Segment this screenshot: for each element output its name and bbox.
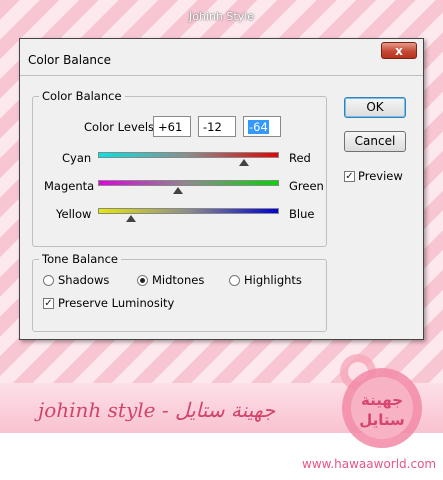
cyan-red-slider-thumb[interactable] — [238, 159, 249, 166]
preview-label: Preview — [358, 169, 403, 183]
top-caption: Johinh Style — [188, 10, 255, 23]
svg-text:ستايل: ستايل — [359, 411, 405, 429]
midtones-radio[interactable] — [137, 275, 148, 286]
ok-button[interactable]: OK — [344, 97, 406, 118]
midtones-label: Midtones — [152, 273, 205, 287]
tone-balance-legend: Tone Balance — [42, 252, 118, 266]
level-cyan-red-input[interactable]: +61 — [153, 116, 191, 137]
dialog-title: Color Balance — [28, 53, 112, 67]
close-button[interactable]: x — [381, 42, 417, 59]
highlights-radio[interactable] — [229, 275, 240, 286]
magenta-green-slider[interactable] — [98, 180, 279, 186]
site-logo: جهينة ستايل — [340, 354, 422, 448]
level-yellow-blue-input[interactable]: -64 — [243, 116, 281, 137]
color-balance-legend: Color Balance — [42, 89, 122, 103]
cyan-red-slider[interactable] — [98, 152, 279, 158]
yellow-blue-slider[interactable] — [98, 208, 279, 214]
level-magenta-green-input[interactable]: -12 — [198, 116, 236, 137]
color-balance-group: Color Balance — [32, 89, 327, 247]
slider-magenta-label: Magenta — [44, 179, 95, 193]
title-bar[interactable]: Color Balance x — [20, 39, 423, 76]
yellow-blue-slider-thumb[interactable] — [125, 215, 136, 222]
color-levels-label: Color Levels: — [84, 120, 158, 134]
preserve-luminosity-checkbox[interactable]: ✓ — [43, 298, 54, 309]
preserve-luminosity-label: Preserve Luminosity — [58, 296, 175, 310]
slider-red-label: Red — [289, 151, 311, 165]
slider-yellow-label: Yellow — [56, 207, 92, 221]
magenta-green-slider-thumb[interactable] — [172, 187, 183, 194]
shadows-label: Shadows — [58, 273, 110, 287]
banner-text: johinh style - جهينة ستايل — [38, 398, 276, 422]
tone-balance-group: Tone Balance — [32, 252, 327, 332]
shadows-radio[interactable] — [43, 275, 54, 286]
slider-cyan-label: Cyan — [62, 151, 92, 165]
website-url: www.hawaaworld.com — [302, 457, 437, 471]
slider-blue-label: Blue — [289, 207, 315, 221]
cancel-button[interactable]: Cancel — [344, 131, 406, 152]
level-yellow-blue-value: -64 — [248, 120, 269, 134]
preview-checkbox[interactable]: ✓ — [344, 171, 355, 182]
slider-green-label: Green — [289, 179, 324, 193]
svg-text:جهينة: جهينة — [361, 391, 403, 409]
highlights-label: Highlights — [244, 273, 302, 287]
color-balance-dialog: Color Balance x Color Balance Color Leve… — [19, 38, 424, 340]
